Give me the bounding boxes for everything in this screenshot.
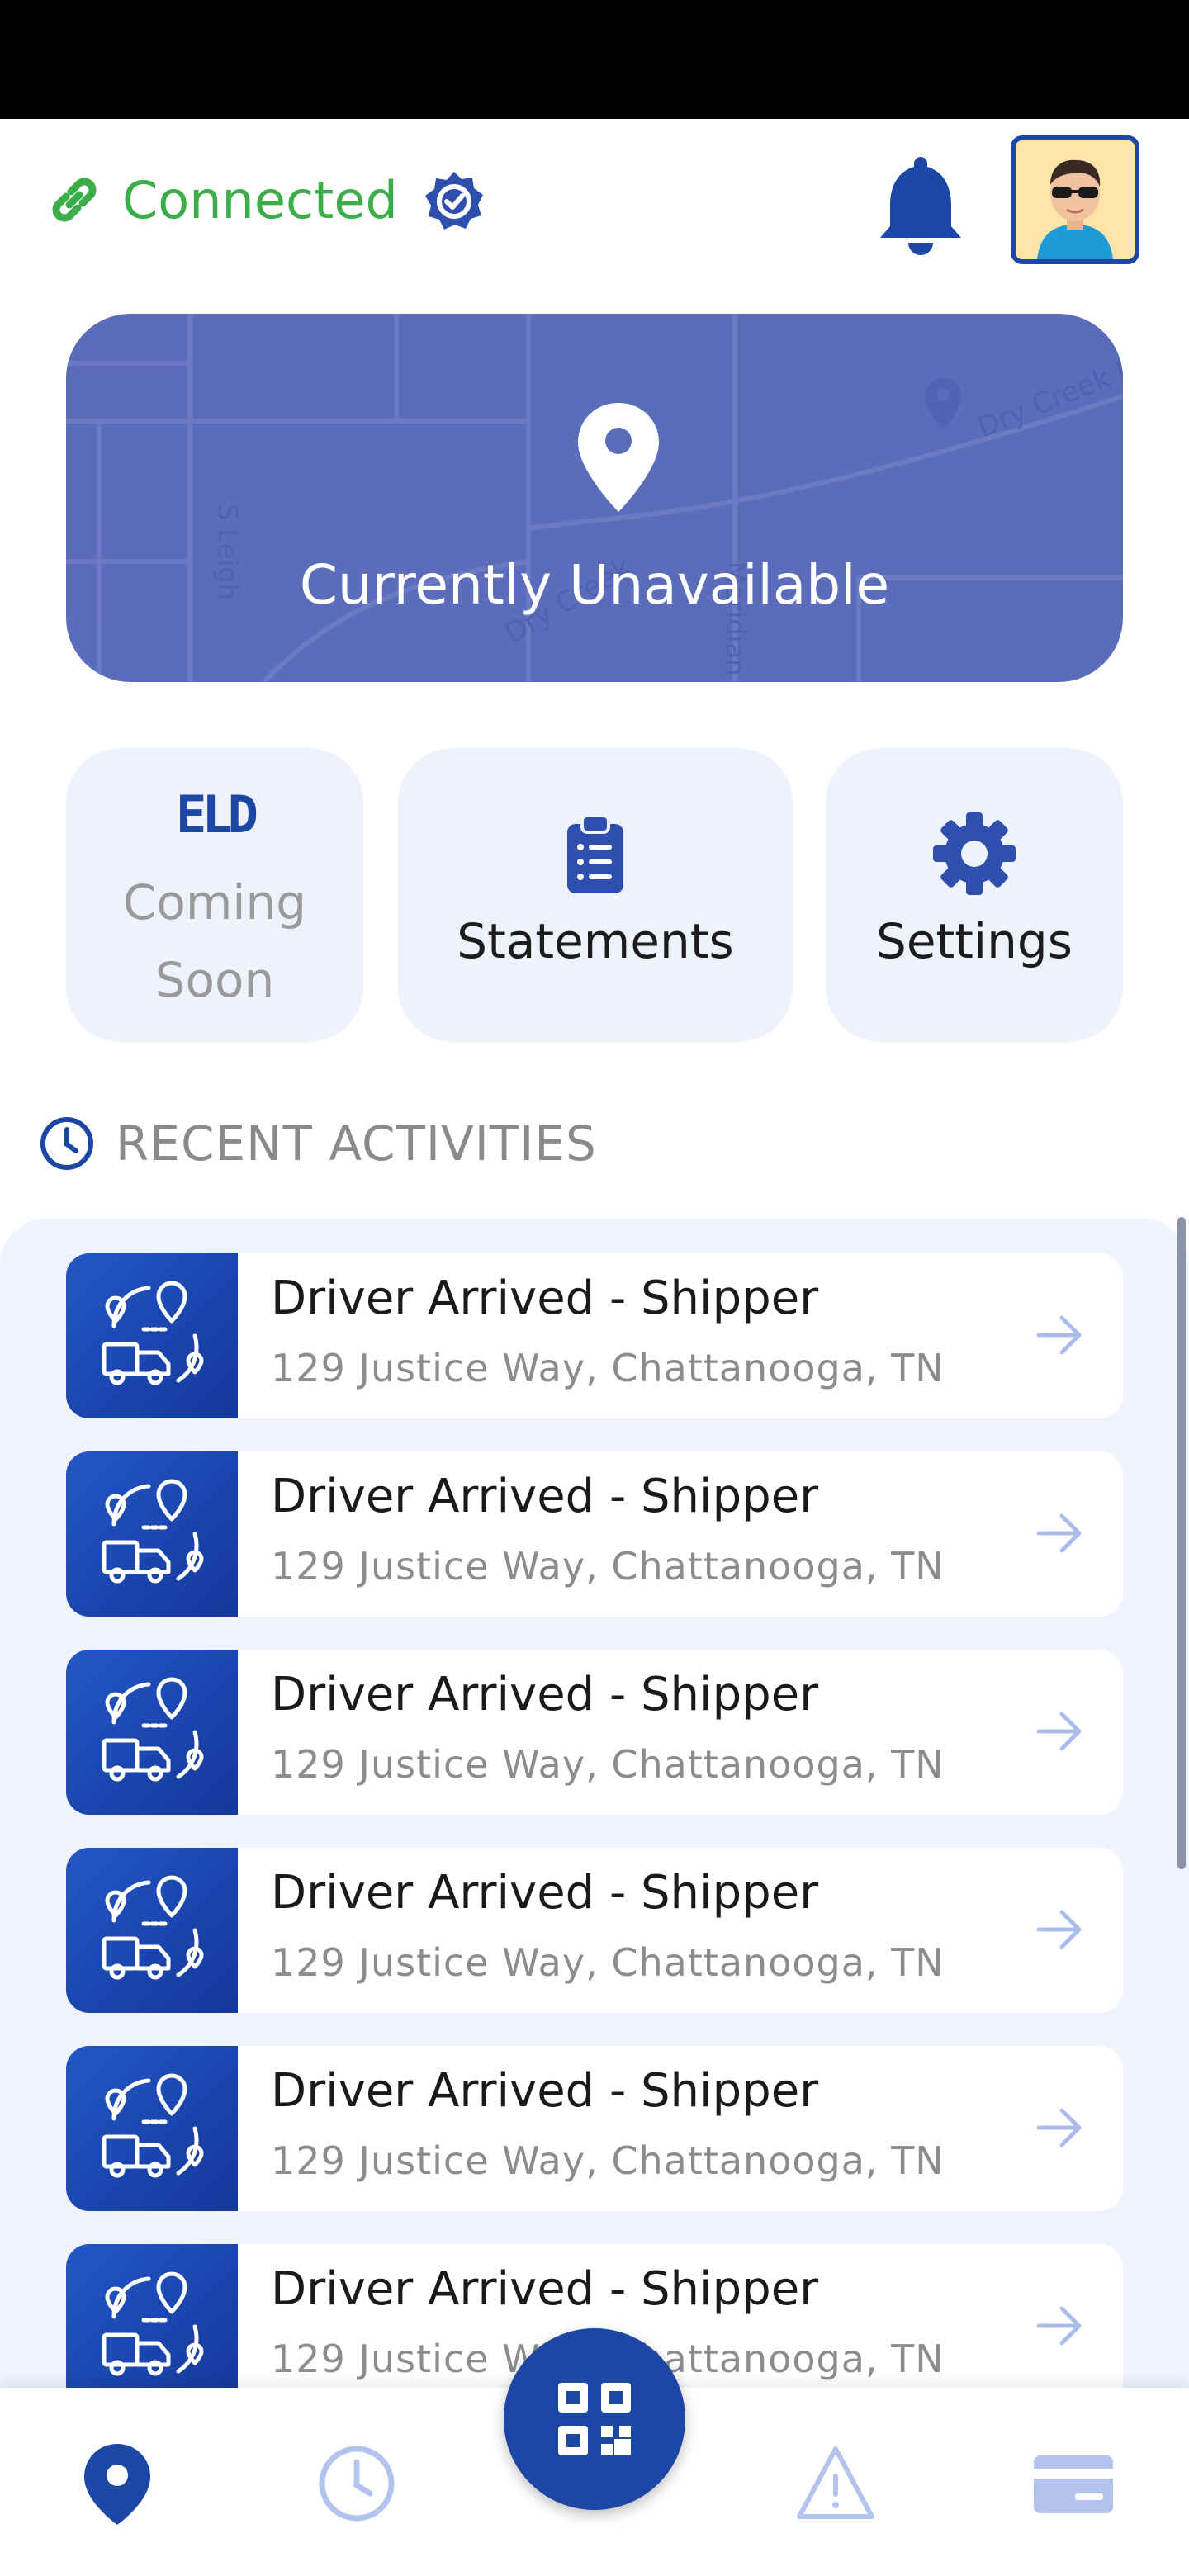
scrollbar[interactable] — [1177, 1217, 1186, 1869]
activity-title: Driver Arrived - Shipper — [271, 1470, 819, 1523]
eld-title: ELD — [176, 784, 258, 845]
activity-address: 129 Justice Way, Chattanooga, TN — [271, 1544, 945, 1589]
history-clock-icon[interactable] — [314, 2441, 400, 2526]
arrow-right-icon[interactable] — [1032, 1506, 1087, 1560]
link-icon — [52, 178, 97, 222]
gear-icon — [933, 812, 1016, 895]
clock-icon — [40, 1117, 93, 1170]
avatar[interactable] — [1011, 135, 1139, 264]
statements-label: Statements — [457, 913, 734, 969]
clipboard-list-icon — [567, 814, 623, 893]
arrow-right-icon[interactable] — [1032, 1308, 1087, 1362]
activity-thumbnail — [66, 2244, 238, 2389]
activity-item[interactable]: Driver Arrived - Shipper 129 Justice Way… — [66, 2046, 1123, 2211]
activity-title: Driver Arrived - Shipper — [271, 1668, 819, 1721]
alert-triangle-icon[interactable] — [793, 2441, 879, 2526]
activity-thumbnail — [66, 1253, 238, 1418]
qr-code-icon — [558, 2383, 631, 2455]
recent-activities-title: RECENT ACTIVITIES — [116, 1115, 597, 1172]
truck-route-icon — [102, 2271, 204, 2376]
arrow-right-icon[interactable] — [1032, 2299, 1087, 2353]
availability-status: Currently Unavailable — [299, 553, 890, 617]
truck-route-icon — [102, 1281, 204, 1385]
activity-title: Driver Arrived - Shipper — [271, 2064, 819, 2118]
status-bar — [0, 0, 1189, 119]
settings-label: Settings — [876, 913, 1073, 969]
arrow-right-icon[interactable] — [1032, 1902, 1087, 1957]
activity-title: Driver Arrived - Shipper — [271, 2262, 819, 2316]
activity-thumbnail — [66, 2046, 238, 2211]
header: Connected — [0, 119, 1189, 292]
activity-list[interactable]: Driver Arrived - Shipper 129 Justice Way… — [0, 1219, 1189, 2389]
location-pin-icon[interactable] — [74, 2441, 160, 2526]
verified-badge-icon — [425, 172, 483, 230]
eld-coming-soon: Coming Soon — [66, 864, 363, 1019]
activity-address: 129 Justice Way, Chattanooga, TN — [271, 1940, 945, 1985]
activity-thumbnail — [66, 1848, 238, 2013]
truck-route-icon — [102, 2073, 204, 2178]
activity-title: Driver Arrived - Shipper — [271, 1866, 819, 1920]
connection-label: Connected — [122, 169, 398, 230]
activity-thumbnail — [66, 1650, 238, 1815]
activity-thumbnail — [66, 1451, 238, 1617]
truck-route-icon — [102, 1479, 204, 1584]
eld-line-1: Coming — [122, 874, 307, 930]
eld-line-2: Soon — [154, 952, 275, 1008]
card-icon[interactable] — [1030, 2441, 1116, 2526]
qr-scan-button[interactable] — [504, 2328, 685, 2510]
arrow-right-icon[interactable] — [1032, 1704, 1087, 1759]
activity-item[interactable]: Driver Arrived - Shipper 129 Justice Way… — [66, 1848, 1123, 2013]
statements-tile[interactable]: Statements — [398, 748, 793, 1042]
location-pin-icon — [578, 403, 659, 512]
bell-icon[interactable] — [877, 152, 964, 256]
activity-item[interactable]: Driver Arrived - Shipper 129 Justice Way… — [66, 1451, 1123, 1617]
truck-route-icon — [102, 1875, 204, 1980]
activity-item[interactable]: Driver Arrived - Shipper 129 Justice Way… — [66, 1650, 1123, 1815]
activity-address: 129 Justice Way, Chattanooga, TN — [271, 1742, 945, 1787]
recent-activities-header: RECENT ACTIVITIES — [38, 1115, 597, 1172]
settings-tile[interactable]: Settings — [826, 748, 1123, 1042]
activity-item[interactable]: Driver Arrived - Shipper 129 Justice Way… — [66, 1253, 1123, 1418]
street-label: Dry Creek Rd — [973, 344, 1123, 445]
connection-status: Connected — [43, 168, 398, 231]
eld-tile[interactable]: ELD Coming Soon — [66, 748, 363, 1042]
map-status-card[interactable]: Dry Creek Rd Dry Creek S Leigh Meridian … — [66, 314, 1123, 682]
arrow-right-icon[interactable] — [1032, 2100, 1087, 2155]
activity-address: 129 Justice Way, Chattanooga, TN — [271, 1346, 945, 1390]
activity-title: Driver Arrived - Shipper — [271, 1271, 819, 1325]
truck-route-icon — [102, 1677, 204, 1782]
activity-address: 129 Justice Way, Chattanooga, TN — [271, 2138, 945, 2183]
